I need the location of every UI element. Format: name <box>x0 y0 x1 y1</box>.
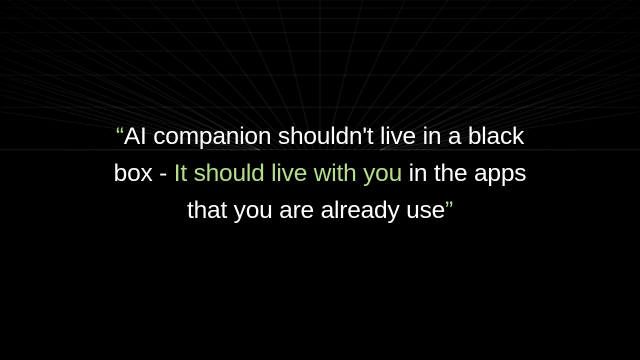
quote-line-2-end: in the apps <box>402 160 527 187</box>
close-quote-mark: ” <box>445 197 454 224</box>
quote-highlight: It should live with you <box>173 160 403 187</box>
quote-line-2-start: box - <box>113 160 174 187</box>
quote-text: “AI companion shouldn't live in a black … <box>40 118 600 229</box>
open-quote-mark: “ <box>115 123 124 150</box>
quote-line-3: that you are already use <box>186 197 446 224</box>
quote-line-1: AI companion shouldn't live in a black <box>123 123 525 150</box>
slide: “AI companion shouldn't live in a black … <box>0 0 640 360</box>
